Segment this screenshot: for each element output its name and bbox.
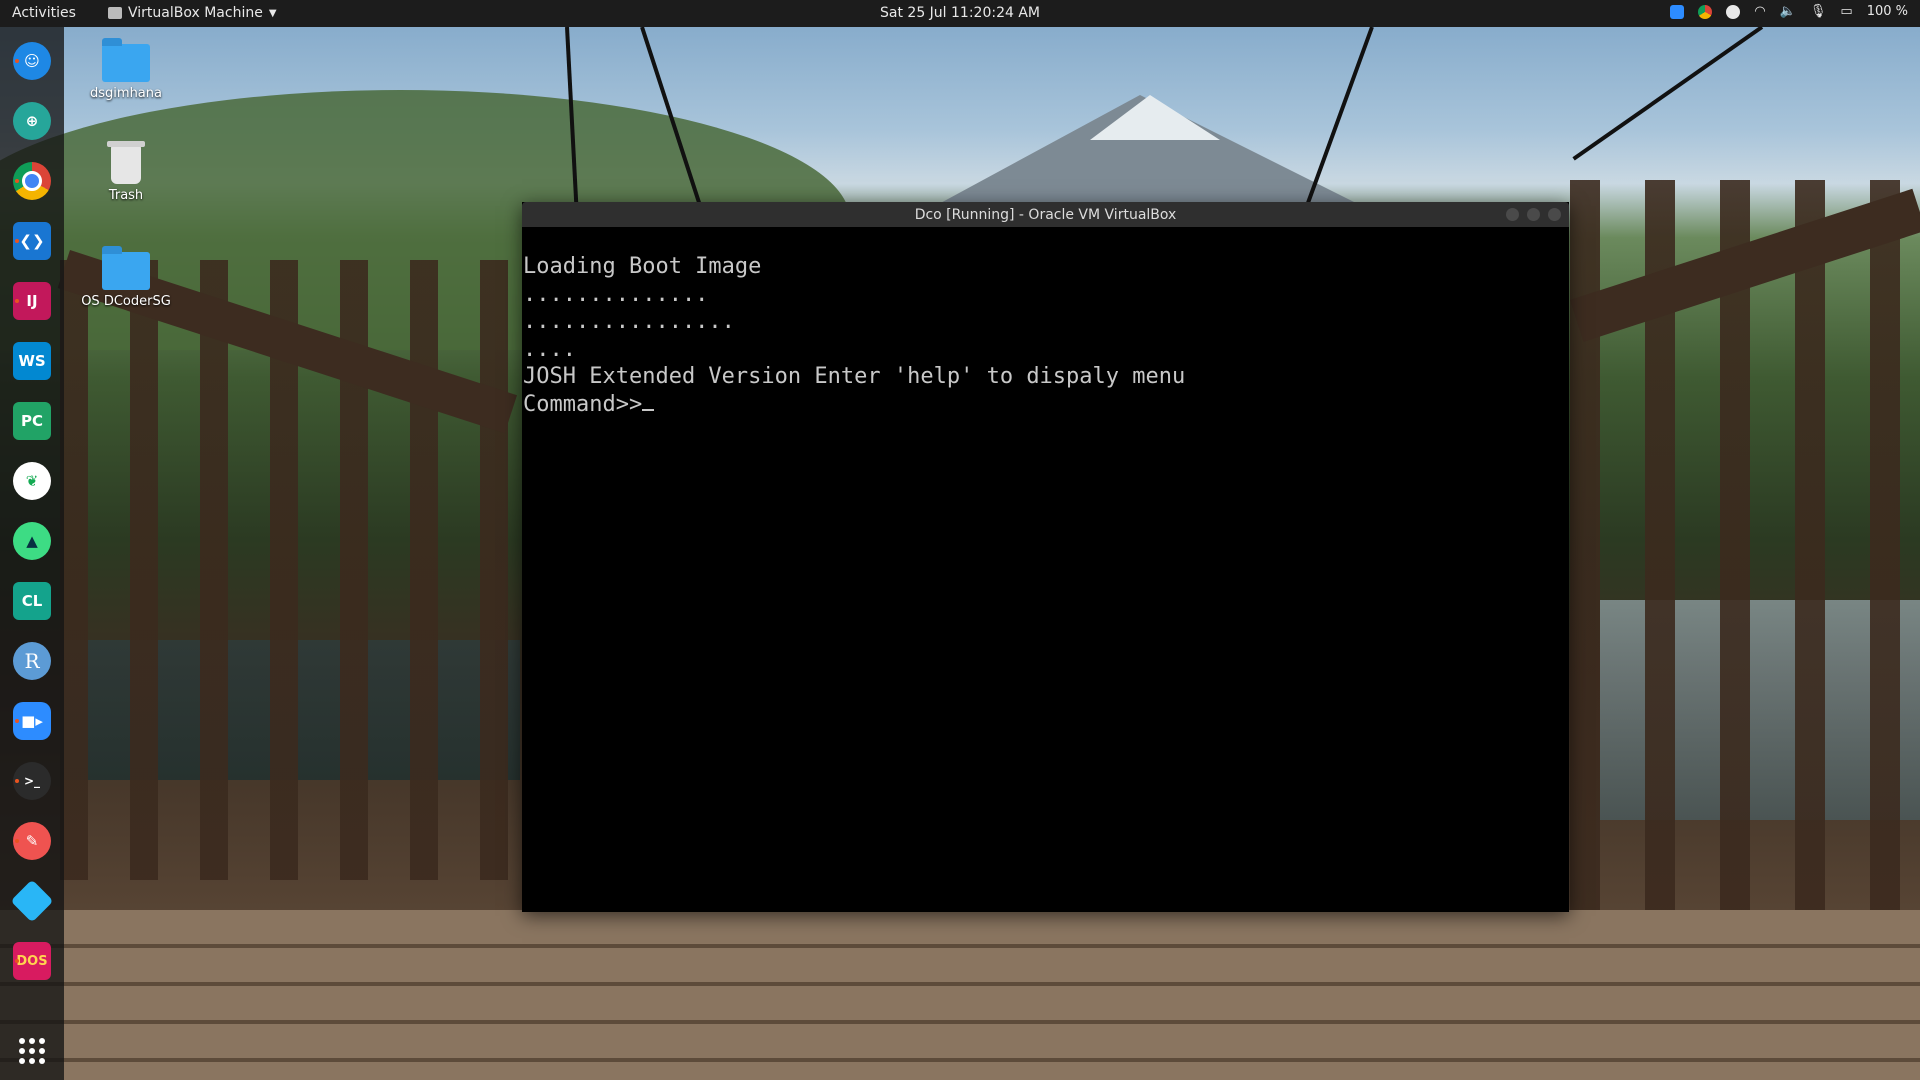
terminal-line: Loading Boot Image: [523, 254, 762, 279]
volume-icon[interactable]: 🔈: [1780, 4, 1796, 19]
running-indicator: [15, 179, 19, 183]
web-app-icon: ⊕: [13, 102, 51, 140]
virtualbox-icon: [10, 879, 54, 923]
virtualbox-window[interactable]: Dco [Running] - Oracle VM VirtualBox Loa…: [522, 202, 1569, 912]
dock-virtualbox[interactable]: [10, 879, 54, 923]
wallpaper-bridge-deck: [0, 910, 1920, 1080]
r-studio-icon: R: [13, 642, 51, 680]
zoom-icon[interactable]: [1670, 4, 1685, 19]
running-indicator: [15, 779, 19, 783]
app-menu-label: VirtualBox Machine: [128, 5, 263, 21]
dock-r-studio[interactable]: R: [12, 641, 52, 681]
desktop-icon-home[interactable]: dsgimhana: [76, 38, 176, 101]
desktop-icon-label: OS DCoderSG: [81, 294, 171, 309]
running-indicator: [15, 839, 19, 843]
terminal-line: ................: [523, 309, 735, 334]
dock-clion[interactable]: CL: [12, 581, 52, 621]
clion-icon: CL: [13, 582, 51, 620]
running-indicator: [15, 959, 19, 963]
dock: ☺ ⊕ ❮❯ IJ WS PC ❦ ▲ CL R ■▸ >_ ✎ DOS: [0, 27, 64, 1080]
mongodb-compass-icon: ❦: [13, 462, 51, 500]
command-prompt-line[interactable]: Command>>: [522, 391, 1569, 419]
vm-screen[interactable]: Loading Boot Image .............. ......…: [522, 227, 1569, 912]
close-button[interactable]: [1548, 208, 1561, 221]
pycharm-icon: PC: [13, 402, 51, 440]
app-menu[interactable]: VirtualBox Machine ▼: [108, 5, 277, 21]
activities-button[interactable]: Activities: [12, 5, 76, 21]
maximize-button[interactable]: [1527, 208, 1540, 221]
show-applications-icon: [19, 1038, 45, 1064]
dock-android-studio[interactable]: ▲: [12, 521, 52, 561]
chevron-down-icon: ▼: [268, 7, 277, 19]
desktop-icon-trash[interactable]: Trash: [76, 141, 176, 203]
battery-percentage[interactable]: 100 %: [1867, 4, 1908, 19]
battery-icon[interactable]: ▭: [1840, 4, 1852, 19]
chrome-icon[interactable]: [1698, 4, 1713, 19]
running-indicator: [15, 719, 19, 723]
dock-intellij[interactable]: IJ: [12, 281, 52, 321]
window-titlebar[interactable]: Dco [Running] - Oracle VM VirtualBox: [522, 202, 1569, 227]
top-bar: Activities VirtualBox Machine ▼ Sat 25 J…: [0, 0, 1920, 27]
virtualbox-small-icon: [108, 7, 122, 19]
running-indicator: [15, 299, 19, 303]
dock-vscode[interactable]: ❮❯: [12, 221, 52, 261]
folder-icon: [102, 246, 150, 290]
window-title: Dco [Running] - Oracle VM VirtualBox: [914, 206, 1177, 223]
wallpaper-cable: [1572, 25, 1764, 161]
clock[interactable]: Sat 25 Jul 11:20:24 AM: [880, 5, 1040, 21]
dock-chrome[interactable]: [12, 161, 52, 201]
wallpaper-snow-peak: [1090, 95, 1220, 140]
text-cursor: [642, 391, 655, 411]
webstorm-icon: WS: [13, 342, 51, 380]
terminal-line: ....: [523, 336, 576, 362]
desktop-icon-label: dsgimhana: [90, 86, 162, 101]
running-indicator: [15, 239, 19, 243]
command-prompt: Command>>: [523, 391, 643, 417]
desktop-icon-os-dcodersg[interactable]: OS DCoderSG: [76, 246, 176, 309]
terminal-line: ..............: [523, 281, 709, 307]
desktop-icon-label: Trash: [108, 188, 144, 203]
system-tray[interactable]: ◠ 🔈 🎙 ▭ 100 %: [1670, 4, 1908, 19]
dock-dosbox[interactable]: DOS: [12, 941, 52, 981]
dock-mongodb-compass[interactable]: ❦: [12, 461, 52, 501]
show-applications-button[interactable]: [12, 1031, 52, 1071]
android-studio-icon: ▲: [13, 522, 51, 560]
dock-pycharm[interactable]: PC: [12, 401, 52, 441]
minimize-button[interactable]: [1506, 208, 1519, 221]
trash-icon: [107, 141, 145, 184]
dock-web-app[interactable]: ⊕: [12, 101, 52, 141]
home-folder-icon: [102, 38, 150, 82]
microphone-icon[interactable]: 🎙: [1810, 4, 1827, 19]
dock-terminal[interactable]: >_: [12, 761, 52, 801]
wifi-icon[interactable]: ◠: [1754, 4, 1765, 19]
notification-icon[interactable]: [1726, 4, 1741, 19]
running-indicator: [15, 59, 19, 63]
dock-webstorm[interactable]: WS: [12, 341, 52, 381]
terminal-line: JOSH Extended Version Enter 'help' to di…: [523, 364, 1186, 389]
dock-finder-like[interactable]: ☺: [12, 41, 52, 81]
dock-text-editor[interactable]: ✎: [12, 821, 52, 861]
dock-zoom[interactable]: ■▸: [12, 701, 52, 741]
